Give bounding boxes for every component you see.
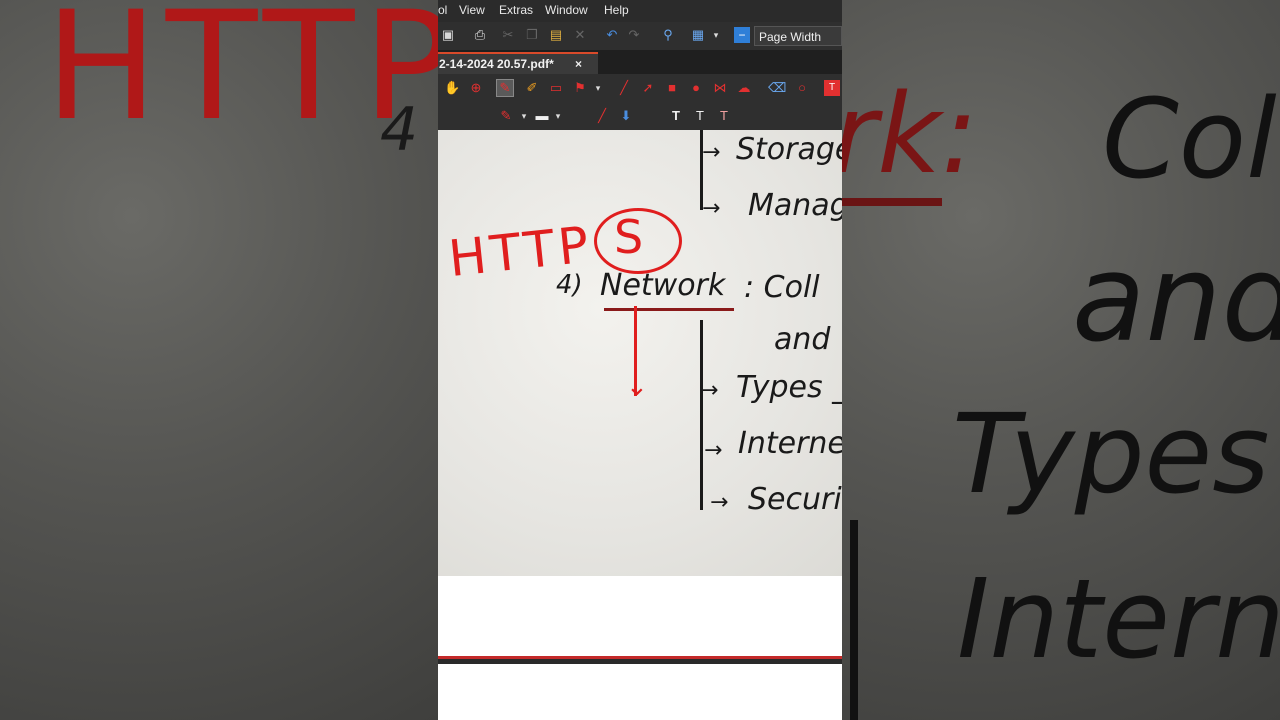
background-right-internet: Interne [957, 555, 1280, 683]
page-divider-dark [438, 659, 842, 664]
pdf-page: → → → → → Storage Manag 4) Network : Col… [438, 130, 842, 576]
stamp-dropdown-icon[interactable]: ▾ [590, 80, 606, 96]
line-types: Types _ [736, 370, 842, 405]
arrow-tool-icon[interactable]: ➚ [640, 80, 656, 96]
document-tab[interactable]: 2-14-2024 20.57.pdf* × [438, 52, 598, 74]
delete-icon[interactable]: ✕ [572, 27, 588, 43]
tree-arrow-internet: → [704, 438, 723, 463]
pen-color-dropdown-icon[interactable]: ▾ [516, 108, 532, 124]
zoom-tool-icon[interactable]: ⊕ [468, 80, 484, 96]
stamp-icon[interactable]: ⚑ [572, 80, 588, 96]
pen-style-icon[interactable]: ╱ [594, 108, 610, 124]
background-right: rk: Coll and Types _ Interne [842, 0, 1280, 720]
annotation-toolbar: ✋ ⊕ ✎ ✐ ▭ ⚑ ▾ ╱ ➚ ■ ● ⋈ ☁ ⌫ ○ T [438, 74, 842, 102]
heading-underline [604, 308, 734, 311]
background-left-bracket: 4 [380, 95, 419, 165]
pen-download-icon[interactable]: ⬇ [618, 108, 634, 124]
menu-bar: ol View Extras Window Help [438, 0, 842, 22]
text-normal-icon[interactable]: T [692, 108, 708, 124]
tree-arrow-storage: → [702, 140, 721, 165]
highlighter-icon[interactable]: ✐ [524, 80, 540, 96]
text-red-icon[interactable]: T [716, 108, 732, 124]
menu-item-help[interactable]: Help [604, 3, 629, 17]
tree-arrow-types: → [700, 378, 719, 403]
background-right-types: Types _ [952, 390, 1280, 518]
line-security: Securit [748, 482, 842, 517]
background-right-coll: Coll [1102, 75, 1280, 203]
line-storage: Storage [736, 132, 842, 167]
tree-line-main [700, 320, 703, 510]
layout-icon[interactable]: ▦ [690, 27, 706, 43]
document-tab-title: 2-14-2024 20.57.pdf* [439, 57, 554, 71]
menu-item-tool[interactable]: ol [438, 3, 447, 17]
annotation-arrow-head: ⌄ [626, 372, 648, 402]
background-right-underline [842, 198, 942, 206]
page-gap [438, 576, 842, 720]
line-colon-text: : Coll [744, 270, 820, 305]
background-right-tree-line [850, 520, 858, 720]
tree-arrow-security: → [710, 490, 729, 515]
line-and: and [774, 322, 831, 357]
text-bold-icon[interactable]: T [668, 108, 684, 124]
background-left: HTTP 4 [0, 0, 438, 720]
properties-toolbar: ✎ ▾ ▬ ▾ ╱ ⬇ T T T [438, 102, 842, 130]
close-tab-icon[interactable]: × [575, 54, 582, 74]
menu-item-view[interactable]: View [459, 3, 485, 17]
background-right-heading: rk: [842, 70, 978, 198]
annotation-circle-letter: S [614, 210, 644, 264]
print-icon[interactable]: ⎙ [472, 27, 488, 43]
line-width-dropdown-icon[interactable]: ▾ [550, 108, 566, 124]
pen-color-icon[interactable]: ✎ [498, 108, 514, 124]
zoom-select[interactable]: Page Width [754, 26, 842, 46]
cut-icon[interactable]: ✂ [500, 27, 516, 43]
zoom-fit-icon[interactable]: − [734, 27, 750, 43]
text-box-icon[interactable]: ▭ [548, 80, 564, 96]
find-icon[interactable]: ⚲ [660, 27, 676, 43]
paste-icon[interactable]: ▤ [548, 27, 564, 43]
layout-dropdown-icon[interactable]: ▾ [708, 27, 724, 43]
redo-icon[interactable]: ↷ [626, 27, 642, 43]
typewriter-icon[interactable]: T [824, 80, 840, 96]
line-internet: Interne [738, 426, 842, 461]
cloud-tool-icon[interactable]: ☁ [736, 80, 752, 96]
pdf-viewer-window: ol View Extras Window Help ▣ ⎙ ✂ ❐ ▤ ✕ ↶… [438, 0, 842, 720]
copy-icon[interactable]: ❐ [524, 27, 540, 43]
line-tool-icon[interactable]: ╱ [616, 80, 632, 96]
lasso-icon[interactable]: ○ [794, 80, 810, 96]
line-width-icon[interactable]: ▬ [534, 108, 550, 124]
background-right-and: and [1072, 230, 1280, 369]
line-manage: Manag [748, 188, 842, 223]
heading-network: Network [600, 268, 726, 303]
ellipse-tool-icon[interactable]: ● [688, 80, 704, 96]
menu-item-window[interactable]: Window [545, 3, 588, 17]
tree-arrow-manage: → [702, 196, 721, 221]
menu-item-extras[interactable]: Extras [499, 3, 533, 17]
pen-tool-icon[interactable]: ✎ [496, 79, 514, 97]
polygon-tool-icon[interactable]: ⋈ [712, 80, 728, 96]
undo-icon[interactable]: ↶ [604, 27, 620, 43]
rectangle-tool-icon[interactable]: ■ [664, 80, 680, 96]
eraser-icon[interactable]: ⌫ [768, 80, 786, 96]
save-icon[interactable]: ▣ [440, 27, 456, 43]
hand-tool-icon[interactable]: ✋ [444, 80, 460, 96]
